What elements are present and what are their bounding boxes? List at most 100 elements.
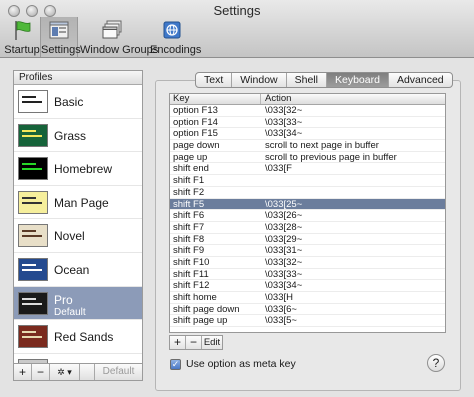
key-cell: shift F11 [173,268,209,280]
profile-item[interactable]: Red Sands [14,320,142,354]
meta-key-label: Use option as meta key [186,358,296,370]
profile-thumbnail [18,291,48,315]
key-mapping-row[interactable]: shift F5 \033[25~ [170,198,445,211]
action-cell: \033[28~ [265,221,303,233]
profiles-header: Profiles [14,71,142,85]
key-mapping-row[interactable]: shift F6 \033[26~ [170,210,445,222]
tab-shell[interactable]: Shell [287,73,327,87]
profile-item[interactable]: Homebrew [14,152,142,186]
toolbar-encodings-label: Encodings [150,44,202,56]
profile-action-menu-button[interactable]: ✲ ▾ [50,364,80,380]
key-mapping-row[interactable]: shift F8 \033[29~ [170,234,445,246]
toolbar-startup-label: Startup [4,44,40,56]
key-cell: shift home [173,292,217,303]
encodings-icon [163,21,181,39]
key-mapping-row[interactable]: shift F10 \033[32~ [170,257,445,269]
action-cell: scroll to next page in buffer [265,140,379,151]
action-cell: \033[32~ [265,105,303,116]
toolbar-settings[interactable]: Settings [40,17,81,57]
tab-text[interactable]: Text [196,73,233,87]
action-cell: \033[F [265,163,292,175]
key-cell: shift F2 [173,186,205,198]
toolbar-window-groups[interactable]: Window Groups [80,17,159,57]
flag-icon [15,21,31,40]
key-cell: shift F8 [173,233,205,245]
profile-item[interactable]: Grass [14,119,142,153]
profile-thumbnail [18,325,48,349]
profile-name: Novel [54,229,85,244]
profile-default-label: Default [54,306,86,318]
key-mapping-row[interactable]: shift F12 \033[34~ [170,280,445,292]
edit-key-mapping-button[interactable]: Edit [202,336,222,349]
key-cell: page down [173,140,220,151]
tab-keyboard[interactable]: Keyboard [326,73,389,87]
profiles-list[interactable]: Profiles Basic Grass Homebrew Man Page Novel… [13,70,143,364]
key-mapping-row[interactable]: page down scroll to next page in buffer [170,140,445,152]
profile-name: Ocean [54,262,90,277]
column-header-action[interactable]: Action [261,94,291,104]
profile-thumbnail [18,224,48,248]
key-cell: shift F9 [173,245,205,256]
key-mapping-row[interactable]: shift F2 [170,187,445,199]
action-cell [261,187,265,198]
tab-advanced[interactable]: Advanced [389,73,452,87]
add-profile-button[interactable]: + [14,364,32,380]
meta-key-option[interactable]: ✓ Use option as meta key [170,358,296,370]
key-mapping-buttons: + − Edit [169,335,223,350]
key-mapping-row[interactable]: shift F11 \033[33~ [170,269,445,281]
action-cell: \033[34~ [265,128,303,140]
action-cell: \033[33~ [265,116,303,128]
key-cell: page up [173,151,208,163]
toolbar-startup[interactable]: Startup [4,17,40,57]
key-mapping-row[interactable]: shift page up \033[5~ [170,315,445,328]
profile-item[interactable]: Novel [14,219,142,253]
key-mapping-row[interactable]: shift F9 \033[31~ [170,245,445,257]
profile-item[interactable]: Ocean [14,253,142,287]
action-cell: \033[H [265,292,293,303]
key-mapping-row[interactable]: page up scroll to previous page in buffer [170,152,445,164]
key-mapping-row[interactable]: shift end \033[F [170,163,445,176]
help-button[interactable]: ? [427,354,445,372]
add-key-mapping-button[interactable]: + [170,336,186,349]
key-cell: shift F10 [173,256,210,268]
meta-key-checkbox[interactable]: ✓ [170,358,181,370]
toolbar-window-groups-label: Window Groups [80,44,159,56]
toolbar-settings-label: Settings [41,44,81,56]
settings-tabs: Text Window Shell Keyboard Advanced [195,72,453,88]
action-cell: \033[32~ [265,256,303,268]
key-cell: shift F12 [173,280,210,291]
action-cell: \033[25~ [265,198,303,210]
default-profile-button[interactable]: Default [94,364,142,380]
profile-item[interactable] [14,354,142,363]
window-title: Settings [213,3,261,18]
profile-thumbnail [18,157,48,181]
key-mapping-row[interactable]: option F14 \033[33~ [170,117,445,129]
settings-window-icon [49,21,69,39]
profile-item[interactable]: Man Page [14,186,142,220]
remove-profile-button[interactable]: − [32,364,50,380]
action-cell: \033[33~ [265,268,303,280]
key-mapping-row[interactable]: shift home \033[H [170,292,445,304]
tab-window[interactable]: Window [232,73,287,87]
key-mapping-row[interactable]: shift F1 [170,175,445,187]
key-mapping-row[interactable]: option F13 \033[32~ [170,105,445,117]
profile-item[interactable]: Pro Default [14,286,142,321]
action-cell: \033[5~ [265,315,297,327]
key-mapping-row[interactable]: option F15 \033[34~ [170,128,445,141]
toolbar-encodings[interactable]: Encodings [150,17,202,57]
key-cell: shift F6 [173,210,205,221]
remove-key-mapping-button[interactable]: − [186,336,202,349]
key-mapping-row[interactable]: shift F7 \033[28~ [170,222,445,234]
action-cell: scroll to previous page in buffer [265,151,397,163]
profile-name: Basic [54,95,84,109]
key-mapping-table[interactable]: Key Action option F13 \033[32~ option F14 \… [169,93,446,333]
profile-name: Grass [54,128,87,143]
title-bar: Settings Startup Settings Window Groups [0,0,474,58]
column-header-key[interactable]: Key [170,94,261,104]
key-cell: option F14 [173,116,218,128]
action-cell: \033[29~ [265,233,303,245]
key-cell: shift page up [173,315,228,327]
profile-item[interactable]: Basic [14,85,142,119]
profile-thumbnail [18,257,48,281]
key-mapping-row[interactable]: shift page down \033[6~ [170,304,445,316]
